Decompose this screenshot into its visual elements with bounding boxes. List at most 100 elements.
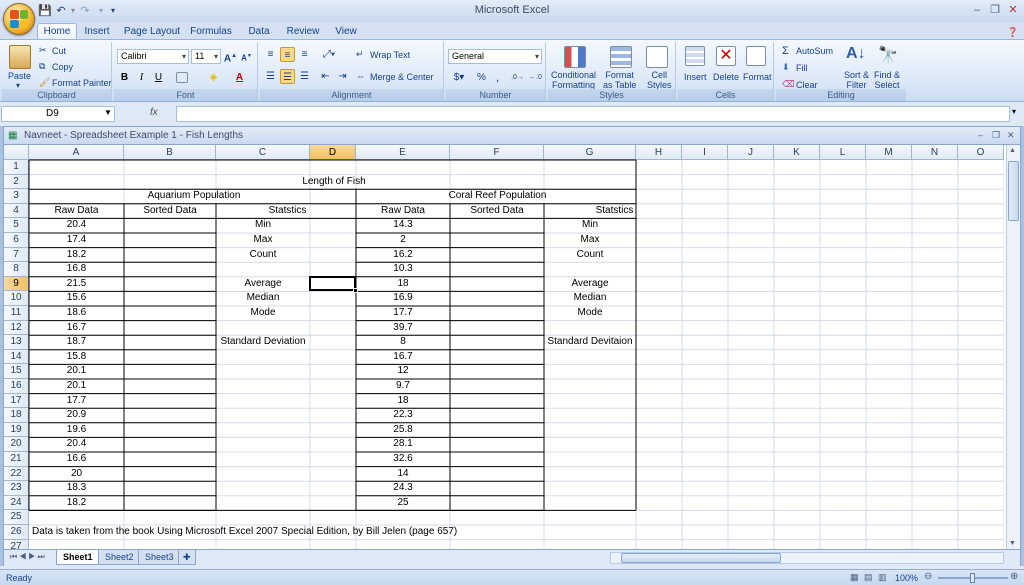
row-header-4[interactable]: 4 [4, 203, 29, 219]
underline-button[interactable]: U [151, 70, 166, 85]
column-header-l[interactable]: L [820, 145, 866, 160]
sheet-tab-3[interactable]: Sheet3 [138, 550, 181, 565]
row-header-26[interactable]: 26 [4, 525, 29, 540]
horizontal-scrollbar[interactable] [610, 552, 1004, 564]
wb-close-icon[interactable]: ✕ [1007, 130, 1015, 141]
vertical-scroll-thumb[interactable] [1008, 161, 1019, 221]
align-top-icon[interactable]: ≡ [263, 47, 278, 62]
row-header-8[interactable]: 8 [4, 262, 29, 277]
row-header-25[interactable]: 25 [4, 510, 29, 525]
column-header-k[interactable]: K [774, 145, 820, 160]
vertical-scrollbar[interactable]: ▲ ▼ [1006, 145, 1020, 549]
row-header-15[interactable]: 15 [4, 364, 29, 379]
align-right-icon[interactable]: ☰ [297, 69, 312, 84]
decrease-indent-icon[interactable]: ⇤ [318, 69, 333, 84]
align-middle-icon[interactable]: ≡ [280, 47, 295, 62]
horizontal-scroll-thumb[interactable] [621, 553, 781, 563]
formula-input[interactable] [176, 106, 1010, 122]
wb-minimize-icon[interactable]: – [978, 130, 983, 140]
sheet-tab-2[interactable]: Sheet2 [98, 550, 141, 565]
format-as-table-button[interactable]: Format as Table [603, 70, 636, 90]
row-header-13[interactable]: 13 [4, 335, 29, 350]
column-header-h[interactable]: H [636, 145, 682, 160]
tab-insert[interactable]: Insert [80, 24, 114, 40]
scroll-up-icon[interactable]: ▲ [1009, 147, 1016, 154]
insert-cells-button[interactable]: Insert [684, 72, 707, 82]
sheet-nav-icons[interactable]: ⏮◀▶⏭ [10, 552, 47, 562]
column-header-n[interactable]: N [912, 145, 958, 160]
selected-cell-d9[interactable] [309, 275, 356, 292]
wrap-text-button[interactable]: Wrap Text [370, 50, 410, 60]
minimize-icon[interactable]: – [968, 2, 986, 18]
row-header-7[interactable]: 7 [4, 247, 29, 263]
office-button[interactable] [3, 3, 35, 35]
align-center-icon[interactable]: ☰ [280, 69, 295, 84]
row-header-10[interactable]: 10 [4, 291, 29, 306]
row-header-12[interactable]: 12 [4, 320, 29, 336]
sheet-tab-1[interactable]: Sheet1 [56, 550, 100, 565]
zoom-slider-thumb[interactable] [970, 573, 975, 583]
row-header-24[interactable]: 24 [4, 495, 29, 511]
spreadsheet-grid[interactable]: A B C D E F G H I J K L M N O 1 2 3 4 5 6 7 8 9 10 11 12 13 14 15 16 17… [4, 145, 1008, 549]
comma-icon[interactable]: , [490, 70, 505, 85]
tab-view[interactable]: View [332, 24, 360, 40]
orientation-icon[interactable]: ⤢▾ [318, 47, 340, 62]
tab-formulas[interactable]: Formulas [188, 24, 234, 40]
column-header-a[interactable]: A [29, 145, 124, 160]
row-header-9[interactable]: 9 [4, 276, 29, 292]
name-box-dropdown-icon[interactable]: ▼ [104, 108, 112, 117]
align-left-icon[interactable]: ☰ [263, 69, 278, 84]
column-header-f[interactable]: F [450, 145, 544, 160]
page-break-view-icon[interactable]: ▥ [878, 572, 887, 583]
insert-sheet-icon[interactable]: ✚ [178, 550, 196, 565]
format-cells-button[interactable]: Format [743, 72, 772, 82]
row-header-21[interactable]: 21 [4, 452, 29, 467]
borders-icon[interactable] [176, 72, 188, 83]
shrink-font-button[interactable]: A▼ [239, 49, 254, 64]
row-header-14[interactable]: 14 [4, 349, 29, 365]
fill-button[interactable]: Fill [796, 63, 808, 73]
find-select-button[interactable]: Find & Select [874, 70, 900, 90]
delete-cells-button[interactable]: Delete [713, 72, 739, 82]
row-header-20[interactable]: 20 [4, 437, 29, 452]
cell-styles-button[interactable]: Cell Styles [647, 70, 672, 90]
copy-button[interactable]: Copy [52, 62, 73, 72]
normal-view-icon[interactable]: ▦ [850, 572, 859, 583]
scroll-down-icon[interactable]: ▼ [1009, 540, 1016, 547]
column-header-e[interactable]: E [356, 145, 450, 160]
row-header-1[interactable]: 1 [4, 160, 29, 175]
tab-data[interactable]: Data [244, 24, 274, 40]
column-header-b[interactable]: B [124, 145, 216, 160]
zoom-level[interactable]: 100% [895, 573, 918, 583]
format-painter-button[interactable]: Format Painter [52, 78, 112, 88]
restore-icon[interactable]: ❐ [986, 2, 1004, 18]
align-bottom-icon[interactable]: ≡ [297, 47, 312, 62]
wb-restore-icon[interactable]: ❐ [992, 130, 1000, 141]
row-header-27[interactable]: 27 [4, 539, 29, 549]
increase-indent-icon[interactable]: ⇥ [335, 69, 350, 84]
column-header-i[interactable]: I [682, 145, 728, 160]
row-header-17[interactable]: 17 [4, 393, 29, 409]
select-all-corner[interactable] [4, 145, 29, 160]
zoom-out-icon[interactable]: ⊖ [924, 571, 932, 582]
italic-button[interactable]: I [134, 70, 149, 85]
row-header-18[interactable]: 18 [4, 408, 29, 423]
row-header-23[interactable]: 23 [4, 481, 29, 496]
fill-color-icon[interactable]: ◈ [206, 70, 221, 85]
increase-decimal-icon[interactable]: .0→ [510, 70, 525, 85]
sort-filter-button[interactable]: Sort & Filter [844, 70, 869, 90]
decrease-decimal-icon[interactable]: ←.0 [528, 70, 543, 85]
number-format-select[interactable]: General [448, 49, 542, 64]
tab-review[interactable]: Review [284, 24, 322, 40]
row-header-19[interactable]: 19 [4, 422, 29, 438]
page-layout-view-icon[interactable]: ▤ [864, 572, 873, 583]
row-header-22[interactable]: 22 [4, 466, 29, 482]
column-header-d[interactable]: D [310, 145, 356, 160]
conditional-formatting-button[interactable]: Conditional Formatting [551, 70, 596, 90]
zoom-in-icon[interactable]: ⊕ [1010, 571, 1018, 582]
expand-formula-bar-icon[interactable]: ▾ [1012, 107, 1016, 116]
grow-font-button[interactable]: A▲ [223, 49, 238, 64]
row-header-11[interactable]: 11 [4, 306, 29, 321]
zoom-slider[interactable] [938, 573, 1008, 583]
column-header-o[interactable]: O [958, 145, 1004, 160]
